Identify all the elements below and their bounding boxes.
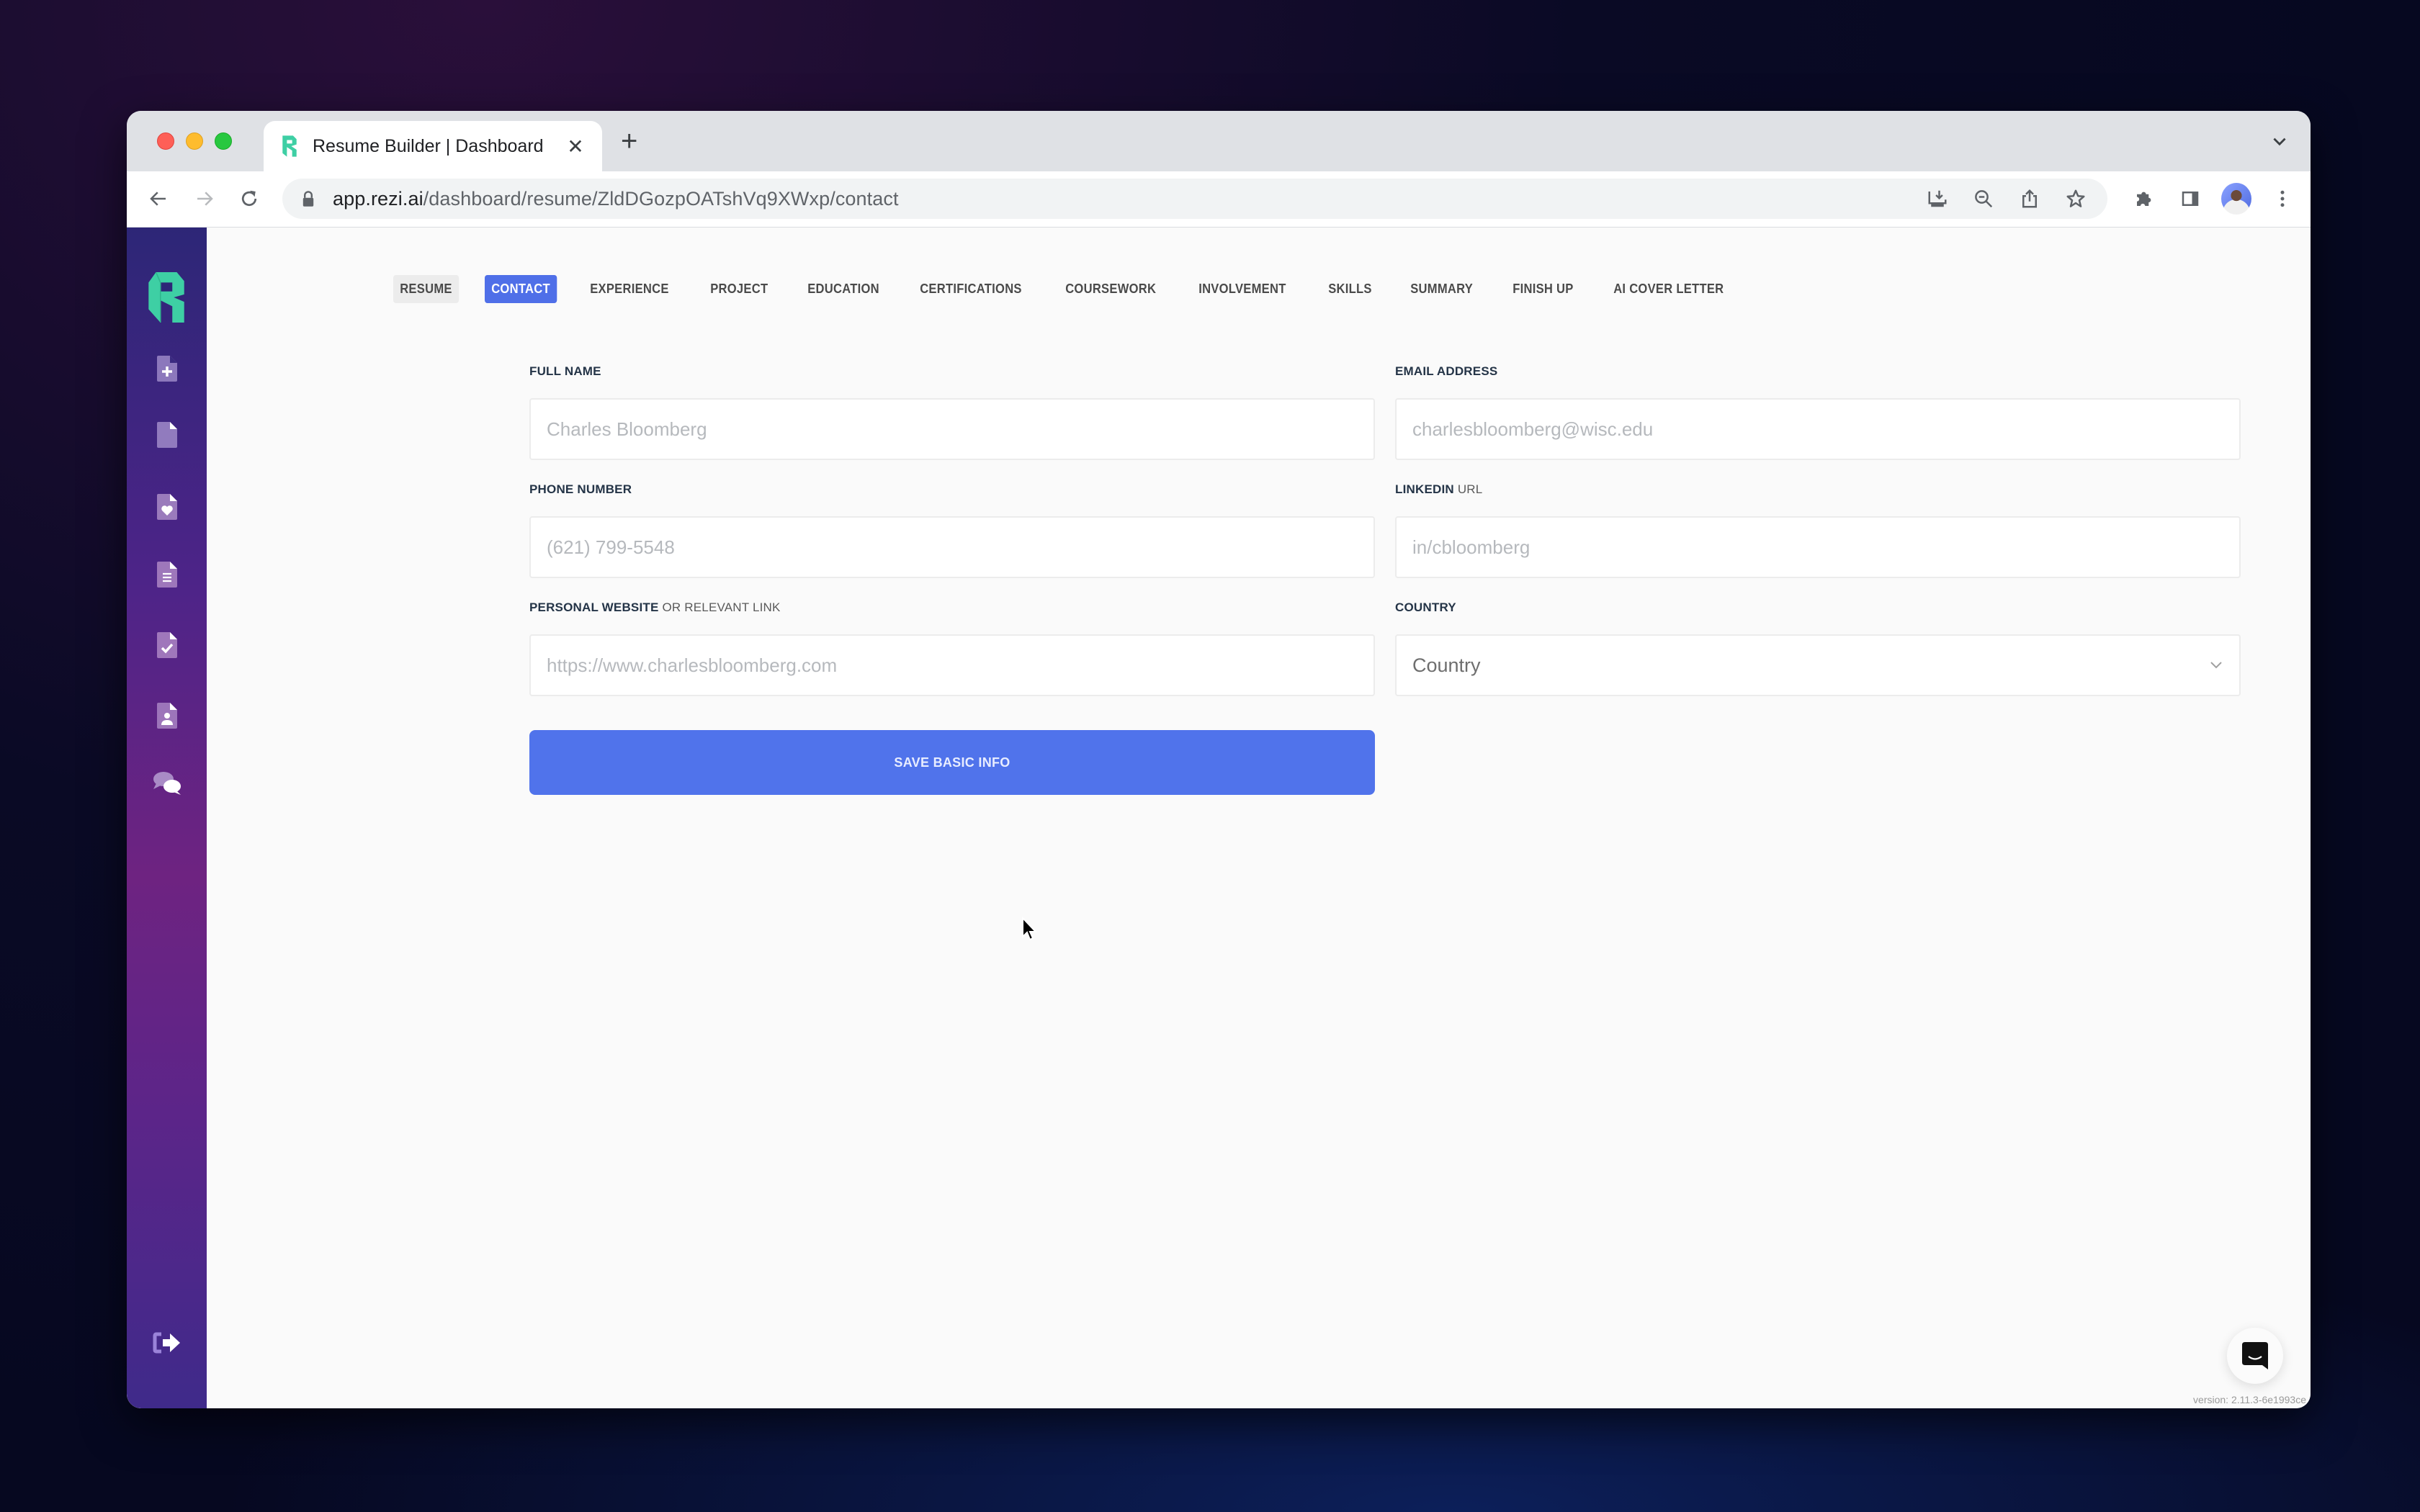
reload-icon[interactable] — [235, 184, 264, 213]
document-icon[interactable] — [148, 416, 186, 454]
more-vert-icon[interactable] — [2267, 181, 2298, 216]
profile-avatar[interactable] — [2221, 181, 2251, 216]
tab-title: Resume Builder | Dashboard — [313, 135, 544, 156]
step-tab-ai-cover-letter[interactable]: AI Cover Letter — [1607, 275, 1731, 303]
full-name-input[interactable] — [529, 398, 1375, 460]
profile-document-icon[interactable] — [148, 697, 186, 734]
install-app-icon[interactable] — [1923, 184, 1952, 213]
website-field: PERSONAL WEBSITE OR RELEVANT LINK — [529, 600, 1375, 696]
email-label: EMAIL ADDRESS — [1395, 364, 1498, 378]
close-window-button[interactable] — [157, 132, 174, 150]
version-label: version: 2.11.3-6e1993ce — [2193, 1394, 2306, 1405]
save-basic-info-button[interactable]: SAVE BASIC INFO — [529, 730, 1375, 795]
browser-window: Resume Builder | Dashboard ✕ + app.rezi.… — [127, 111, 2311, 1408]
resume-step-nav: Resume Contact Experience Project Education C… — [393, 275, 1761, 303]
list-document-icon[interactable] — [148, 556, 186, 593]
step-tab-summary[interactable]: Summary — [1404, 275, 1479, 303]
extensions-puzzle-icon[interactable] — [2129, 181, 2159, 216]
step-tab-involvement[interactable]: Involvement — [1192, 275, 1293, 303]
back-arrow-icon[interactable] — [144, 184, 173, 213]
side-panel-icon[interactable] — [2175, 181, 2205, 216]
mouse-cursor-icon — [1022, 917, 1038, 941]
website-input[interactable] — [529, 634, 1375, 696]
step-tab-experience[interactable]: Experience — [583, 275, 676, 303]
url-text: app.rezi.ai/dashboard/resume/ZldDGozpOAT… — [333, 187, 899, 210]
lock-icon — [302, 191, 314, 207]
linkedin-label: LINKEDIN URL — [1395, 482, 1483, 496]
main-content: Resume Contact Experience Project Education C… — [207, 228, 2311, 1408]
address-bar[interactable]: app.rezi.ai/dashboard/resume/ZldDGozpOAT… — [282, 179, 2107, 219]
country-field: COUNTRY Country — [1395, 600, 2241, 696]
browser-toolbar: app.rezi.ai/dashboard/resume/ZldDGozpOAT… — [127, 171, 2311, 228]
chevron-down-icon[interactable] — [2270, 132, 2289, 151]
sign-out-icon[interactable] — [148, 1324, 186, 1362]
intercom-chat-icon[interactable] — [2227, 1328, 2283, 1384]
email-input[interactable] — [1395, 398, 2241, 460]
rezi-logo[interactable] — [148, 272, 184, 323]
phone-input[interactable] — [529, 516, 1375, 578]
linkedin-field: LINKEDIN URL — [1395, 482, 2241, 578]
step-tab-certifications[interactable]: Certifications — [913, 275, 1028, 303]
step-tab-skills[interactable]: Skills — [1322, 275, 1379, 303]
chevron-down-icon — [2210, 662, 2222, 669]
bookmark-star-icon[interactable] — [2061, 184, 2090, 213]
rezi-favicon-icon — [282, 135, 297, 157]
close-icon[interactable]: ✕ — [565, 135, 586, 158]
browser-tab-active[interactable]: Resume Builder | Dashboard ✕ — [264, 121, 602, 171]
check-document-icon[interactable] — [148, 626, 186, 664]
favorite-document-icon[interactable] — [148, 488, 186, 526]
zoom-out-icon[interactable] — [1969, 184, 1998, 213]
full-name-label: FULL NAME — [529, 364, 601, 378]
country-label: COUNTRY — [1395, 600, 1456, 614]
share-icon[interactable] — [2015, 184, 2044, 213]
sidebar — [127, 228, 207, 1408]
step-tab-project[interactable]: Project — [704, 275, 775, 303]
tab-strip: Resume Builder | Dashboard ✕ + — [127, 111, 2311, 171]
website-label: PERSONAL WEBSITE OR RELEVANT LINK — [529, 600, 781, 614]
phone-label: PHONE NUMBER — [529, 482, 632, 496]
step-tab-education[interactable]: Education — [801, 275, 886, 303]
country-selected-value: Country — [1412, 654, 1481, 676]
email-field: EMAIL ADDRESS — [1395, 364, 2241, 460]
new-document-icon[interactable] — [148, 350, 186, 387]
step-tab-contact[interactable]: Contact — [484, 275, 557, 303]
maximize-window-button[interactable] — [215, 132, 232, 150]
country-select[interactable]: Country — [1395, 634, 2241, 696]
app-container: Resume Contact Experience Project Education C… — [127, 228, 2311, 1408]
linkedin-input[interactable] — [1395, 516, 2241, 578]
step-tab-finish-up[interactable]: Finish Up — [1506, 275, 1580, 303]
phone-field: PHONE NUMBER — [529, 482, 1375, 578]
step-tab-resume[interactable]: Resume — [393, 275, 459, 303]
plus-icon[interactable]: + — [621, 127, 637, 156]
step-tab-coursework[interactable]: Coursework — [1059, 275, 1162, 303]
chat-bubbles-icon[interactable] — [148, 765, 186, 802]
full-name-field: FULL NAME — [529, 364, 1375, 460]
forward-arrow-icon[interactable] — [190, 184, 219, 213]
minimize-window-button[interactable] — [186, 132, 203, 150]
